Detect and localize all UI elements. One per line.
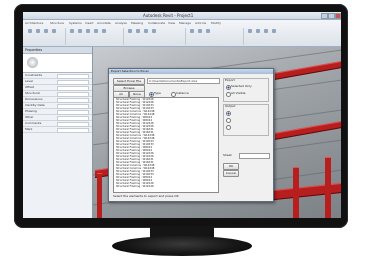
tool-icon[interactable] — [272, 29, 276, 33]
tab-systems[interactable]: Systems — [69, 21, 82, 26]
output-radio[interactable] — [226, 111, 231, 116]
properties-header: Properties — [23, 47, 92, 54]
tool-icon[interactable] — [94, 29, 98, 33]
tool-icon[interactable] — [190, 29, 194, 33]
output-radio[interactable] — [226, 118, 231, 123]
tab-structure[interactable]: Structure — [50, 21, 64, 26]
app-screen: Autodesk Revit - Project1 Architecture S… — [23, 12, 341, 218]
ribbon-group — [67, 28, 124, 45]
output-label: Output — [225, 104, 236, 108]
list-item[interactable]: Structural Framing : W12X26 — [114, 185, 218, 188]
tab-massing[interactable]: Massing — [131, 21, 143, 26]
steel-column — [97, 173, 102, 218]
tab-modify[interactable]: Modify — [211, 21, 221, 26]
monitor-stand — [112, 236, 252, 256]
tool-icon[interactable] — [144, 29, 148, 33]
ribbon-group — [187, 28, 244, 45]
property-row[interactable]: Mark — [23, 127, 92, 133]
title-bar: Autodesk Revit - Project1 — [23, 12, 341, 20]
tool-icon[interactable] — [152, 29, 156, 33]
ribbon-group — [125, 28, 186, 45]
selected-only-label: Selected Only — [231, 84, 252, 88]
tab-add-ins[interactable]: Add-Ins — [195, 21, 206, 26]
tab-insert[interactable]: Insert — [85, 21, 94, 26]
tab-annotate[interactable]: Annotate — [97, 21, 111, 26]
tool-icon[interactable] — [206, 29, 210, 33]
ribbon: Architecture Structure Systems Insert An… — [23, 20, 341, 47]
element-list[interactable]: Structural Framing : W12X26 Structural F… — [113, 97, 219, 193]
properties-panel: Properties Constraints Level Offset Stru… — [23, 47, 93, 218]
tool-icon[interactable] — [264, 29, 268, 33]
cancel-button[interactable]: Cancel — [223, 170, 239, 177]
tab-view[interactable]: View — [168, 21, 175, 26]
tool-icon[interactable] — [52, 29, 56, 33]
tool-icon[interactable] — [248, 29, 252, 33]
export-label: Export — [225, 78, 235, 82]
maximize-icon[interactable] — [328, 13, 335, 19]
tab-collaborate[interactable]: Collaborate — [148, 21, 165, 26]
sheet-field[interactable] — [239, 153, 270, 159]
select-file-button[interactable]: Select Excel File — [113, 78, 145, 85]
steel-beam — [275, 121, 341, 140]
option-type-label: Type — [154, 91, 161, 95]
tool-icon[interactable] — [78, 29, 82, 33]
tool-icon[interactable] — [44, 29, 48, 33]
dialog-title: Export Selection to Excel — [109, 69, 273, 74]
close-icon[interactable] — [335, 13, 341, 19]
tab-analyze[interactable]: Analyze — [115, 21, 127, 26]
tool-icon[interactable] — [136, 29, 140, 33]
option-instance-label: Instance — [176, 91, 189, 95]
type-selector[interactable] — [23, 54, 92, 73]
file-path-field[interactable]: C:\Users\Documents\Export.xlsx — [147, 78, 220, 84]
dialog-footer: Select the elements to export and press … — [113, 194, 179, 198]
steel-beam — [275, 61, 341, 80]
window-title: Autodesk Revit - Project1 — [143, 13, 194, 18]
tab-manage[interactable]: Manage — [179, 21, 191, 26]
steel-column — [325, 157, 331, 218]
ribbon-group — [25, 28, 66, 45]
minimize-icon[interactable] — [321, 13, 328, 19]
tool-icon[interactable] — [86, 29, 90, 33]
all-visible-label: All Visible — [231, 91, 246, 95]
tool-icon[interactable] — [128, 29, 132, 33]
steel-column — [293, 167, 299, 218]
ribbon-group — [245, 28, 339, 45]
sheet-label: Sheet — [223, 153, 232, 157]
tool-icon[interactable] — [70, 29, 74, 33]
tool-icon[interactable] — [102, 29, 106, 33]
tool-icon[interactable] — [36, 29, 40, 33]
export-dialog: Export Selection to Excel Select Excel F… — [108, 68, 274, 202]
tool-icon[interactable] — [28, 29, 32, 33]
ok-button[interactable]: OK — [223, 163, 239, 170]
tab-architecture[interactable]: Architecture — [25, 21, 43, 26]
tool-icon[interactable] — [256, 29, 260, 33]
output-radio[interactable] — [226, 125, 231, 130]
type-thumbnail-icon — [27, 57, 38, 68]
tool-icon[interactable] — [198, 29, 202, 33]
